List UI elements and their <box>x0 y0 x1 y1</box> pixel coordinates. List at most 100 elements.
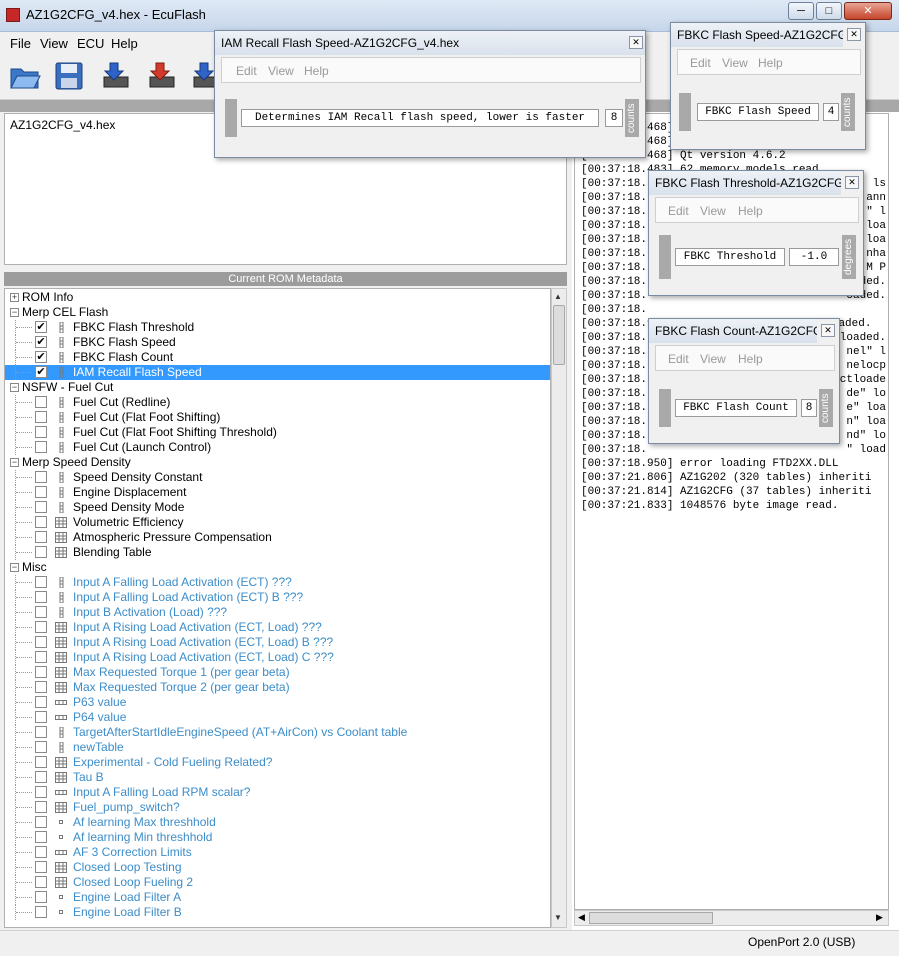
tree-item[interactable]: Engine Load Filter A <box>5 890 550 905</box>
scroll-down-icon[interactable]: ▼ <box>554 913 562 922</box>
checkbox[interactable] <box>35 876 47 888</box>
tree-category[interactable]: + ROM Info <box>5 290 550 305</box>
tree-item[interactable]: Engine Load Filter B <box>5 905 550 920</box>
checkbox[interactable] <box>35 651 47 663</box>
close-icon[interactable]: ✕ <box>821 324 835 337</box>
tree-item[interactable]: Blending Table <box>5 545 550 560</box>
tree-item[interactable]: Fuel Cut (Launch Control) <box>5 440 550 455</box>
write-ecu-icon[interactable] <box>144 60 178 92</box>
checkbox[interactable] <box>35 426 47 438</box>
tree-item[interactable]: Experimental - Cold Fueling Related? <box>5 755 550 770</box>
menu-edit[interactable]: Edit <box>690 56 711 70</box>
tree-item[interactable]: Volumetric Efficiency <box>5 515 550 530</box>
checkbox[interactable] <box>35 621 47 633</box>
checkbox[interactable] <box>35 711 47 723</box>
menu-view[interactable]: View <box>268 64 294 78</box>
menu-edit[interactable]: Edit <box>236 64 257 78</box>
menu-edit[interactable]: Edit <box>668 204 689 218</box>
tree-item[interactable]: Atmospheric Pressure Compensation <box>5 530 550 545</box>
checkbox[interactable] <box>35 861 47 873</box>
tree-item[interactable]: Input A Falling Load Activation (ECT) ??… <box>5 575 550 590</box>
checkbox[interactable] <box>35 396 47 408</box>
checkbox[interactable] <box>35 546 47 558</box>
checkbox[interactable] <box>35 516 47 528</box>
menu-help[interactable]: Help <box>738 204 763 218</box>
menu-help[interactable]: Help <box>758 56 783 70</box>
menu-view[interactable]: View <box>700 204 726 218</box>
checkbox[interactable] <box>35 771 47 783</box>
close-button[interactable]: ✕ <box>844 2 892 20</box>
checkbox[interactable] <box>35 576 47 588</box>
menu-view[interactable]: View <box>722 56 748 70</box>
checkbox[interactable] <box>35 606 47 618</box>
checkbox[interactable] <box>35 786 47 798</box>
read-ecu-icon[interactable] <box>98 60 132 92</box>
tree-item[interactable]: ✔ FBKC Flash Speed <box>5 335 550 350</box>
scroll-thumb[interactable] <box>553 305 565 365</box>
tree-item[interactable]: Engine Displacement <box>5 485 550 500</box>
tree-item[interactable]: Input A Rising Load Activation (ECT, Loa… <box>5 635 550 650</box>
rom-file-item[interactable]: AZ1G2CFG_v4.hex <box>10 118 115 132</box>
tree-category[interactable]: − NSFW - Fuel Cut <box>5 380 550 395</box>
checkbox[interactable] <box>35 831 47 843</box>
checkbox[interactable] <box>35 846 47 858</box>
value-cell[interactable]: 8 <box>605 109 623 127</box>
expand-toggle-icon[interactable]: − <box>10 383 19 392</box>
close-icon[interactable]: ✕ <box>845 176 859 189</box>
checkbox[interactable] <box>35 696 47 708</box>
tree-item[interactable]: Speed Density Mode <box>5 500 550 515</box>
tree-item[interactable]: P63 value <box>5 695 550 710</box>
tree-item[interactable]: Af learning Max threshhold <box>5 815 550 830</box>
checkbox[interactable] <box>35 666 47 678</box>
checkbox[interactable] <box>35 906 47 918</box>
tree-item[interactable]: Af learning Min threshhold <box>5 830 550 845</box>
menu-edit[interactable]: Edit <box>668 352 689 366</box>
tree-item[interactable]: Fuel_pump_switch? <box>5 800 550 815</box>
checkbox[interactable]: ✔ <box>35 321 47 333</box>
maximize-button[interactable]: □ <box>816 2 842 20</box>
menu-ecu[interactable]: ECU <box>77 36 104 51</box>
checkbox[interactable] <box>35 531 47 543</box>
tree-item[interactable]: ✔ IAM Recall Flash Speed <box>5 365 550 380</box>
checkbox[interactable] <box>35 441 47 453</box>
menu-view[interactable]: View <box>40 36 68 51</box>
menu-file[interactable]: File <box>10 36 31 51</box>
tree-item[interactable]: Input A Falling Load RPM scalar? <box>5 785 550 800</box>
checkbox[interactable] <box>35 741 47 753</box>
tree-item[interactable]: Speed Density Constant <box>5 470 550 485</box>
checkbox[interactable] <box>35 891 47 903</box>
expand-toggle-icon[interactable]: − <box>10 563 19 572</box>
tree-item[interactable]: Fuel Cut (Flat Foot Shifting Threshold) <box>5 425 550 440</box>
expand-toggle-icon[interactable]: − <box>10 308 19 317</box>
checkbox[interactable]: ✔ <box>35 366 47 378</box>
checkbox[interactable] <box>35 501 47 513</box>
metadata-header[interactable]: Current ROM Metadata <box>4 272 567 286</box>
tree-item[interactable]: Input A Rising Load Activation (ECT, Loa… <box>5 620 550 635</box>
tree-item[interactable]: newTable <box>5 740 550 755</box>
checkbox[interactable] <box>35 756 47 768</box>
value-cell[interactable]: -1.0 <box>789 248 839 266</box>
tree-item[interactable]: AF 3 Correction Limits <box>5 845 550 860</box>
tree-category[interactable]: − Merp Speed Density <box>5 455 550 470</box>
tree-item[interactable]: Fuel Cut (Flat Foot Shifting) <box>5 410 550 425</box>
menu-help[interactable]: Help <box>304 64 329 78</box>
menu-view[interactable]: View <box>700 352 726 366</box>
menu-help[interactable]: Help <box>738 352 763 366</box>
tree-item[interactable]: P64 value <box>5 710 550 725</box>
tree-category[interactable]: − Merp CEL Flash <box>5 305 550 320</box>
save-icon[interactable] <box>52 60 86 92</box>
menu-help[interactable]: Help <box>111 36 138 51</box>
log-horizontal-scrollbar[interactable]: ◀ ▶ <box>574 910 889 926</box>
tree-item[interactable]: TargetAfterStartIdleEngineSpeed (AT+AirC… <box>5 725 550 740</box>
expand-toggle-icon[interactable]: − <box>10 458 19 467</box>
scroll-right-icon[interactable]: ▶ <box>876 912 883 923</box>
tree-item[interactable]: Closed Loop Testing <box>5 860 550 875</box>
tree-item[interactable]: Tau B <box>5 770 550 785</box>
scroll-left-icon[interactable]: ◀ <box>578 912 585 923</box>
tree-item[interactable]: Input A Rising Load Activation (ECT, Loa… <box>5 650 550 665</box>
checkbox[interactable] <box>35 411 47 423</box>
checkbox[interactable] <box>35 726 47 738</box>
close-icon[interactable]: ✕ <box>847 28 861 41</box>
close-icon[interactable]: ✕ <box>629 36 643 49</box>
tree-item[interactable]: ✔ FBKC Flash Count <box>5 350 550 365</box>
